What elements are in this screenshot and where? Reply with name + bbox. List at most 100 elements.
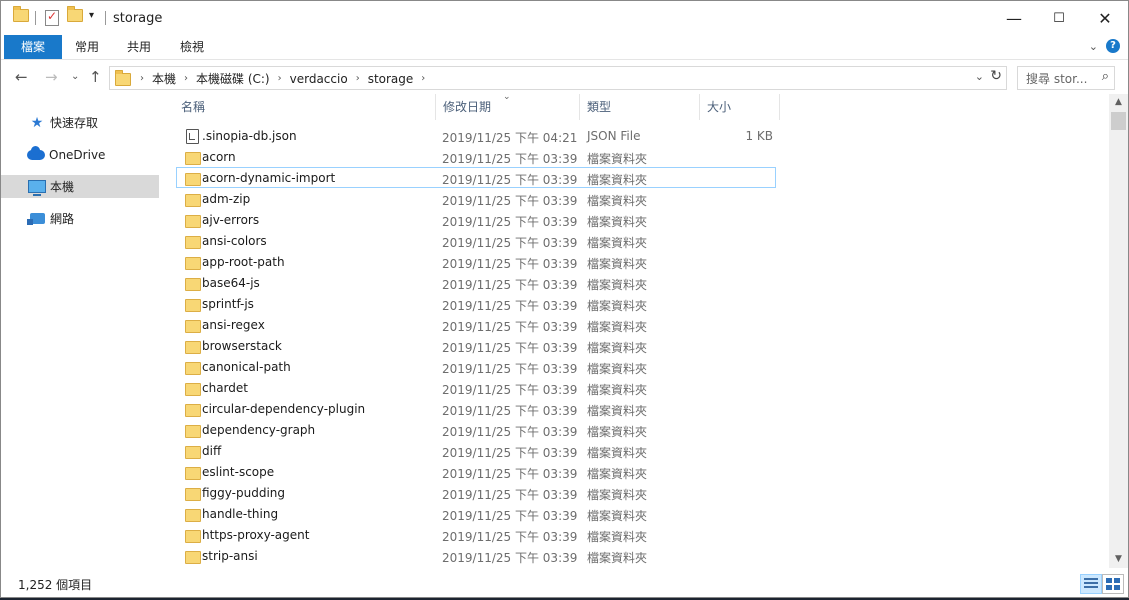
column-divider[interactable]	[435, 94, 436, 120]
scroll-down-arrow-icon[interactable]: ▼	[1109, 551, 1128, 568]
properties-icon[interactable]	[45, 9, 59, 26]
chevron-right-icon[interactable]: ›	[136, 73, 148, 84]
table-row[interactable]: ajv-errors 2019/11/25 下午 03:39 檔案資料夾	[177, 210, 775, 231]
search-box[interactable]: 搜尋 stor... ⌕	[1017, 66, 1115, 90]
search-input[interactable]: 搜尋 stor...	[1026, 70, 1087, 87]
table-row[interactable]: app-root-path 2019/11/25 下午 03:39 檔案資料夾	[177, 252, 775, 273]
file-type: 檔案資料夾	[587, 257, 648, 271]
table-row[interactable]: browserstack 2019/11/25 下午 03:39 檔案資料夾	[177, 336, 775, 357]
column-header-type[interactable]: 類型	[587, 94, 611, 120]
table-row[interactable]: diff 2019/11/25 下午 03:39 檔案資料夾	[177, 441, 775, 462]
breadcrumb-storage[interactable]: storage	[364, 72, 418, 86]
sidebar-item-onedrive[interactable]: OneDrive	[1, 143, 159, 166]
file-date: 2019/11/25 下午 03:39	[442, 215, 578, 229]
file-list: 名稱 修改日期 ⌄ 類型 大小 .sinopia-db.json 2019/11/…	[163, 94, 1109, 568]
file-name: ansi-colors	[202, 234, 267, 248]
table-row[interactable]: ansi-regex 2019/11/25 下午 03:39 檔案資料夾	[177, 315, 775, 336]
navigation-bar: ← → ⌄ ↑ › 本機 › 本機磁碟 (C:) › verdaccio › s…	[1, 60, 1128, 94]
help-icon[interactable]: ?	[1106, 39, 1120, 53]
table-row[interactable]: base64-js 2019/11/25 下午 03:39 檔案資料夾	[177, 273, 775, 294]
close-button[interactable]: ✕	[1082, 1, 1128, 35]
scroll-up-arrow-icon[interactable]: ▲	[1109, 94, 1128, 111]
chevron-right-icon[interactable]: ›	[417, 73, 429, 84]
file-type: 檔案資料夾	[587, 383, 648, 397]
tab-file[interactable]: 檔案	[4, 35, 62, 59]
file-date: 2019/11/25 下午 03:39	[442, 236, 578, 250]
expand-ribbon-chevron-icon[interactable]: ⌄	[1089, 40, 1098, 53]
file-name: ajv-errors	[202, 213, 260, 227]
refresh-icon[interactable]: ↻	[990, 68, 1002, 84]
table-row[interactable]: chardet 2019/11/25 下午 03:39 檔案資料夾	[177, 378, 775, 399]
file-name: acorn-dynamic-import	[202, 171, 336, 185]
breadcrumb-this-pc[interactable]: 本機	[148, 70, 180, 87]
breadcrumb-local-disk[interactable]: 本機磁碟 (C:)	[192, 70, 274, 87]
recent-locations-dropdown-icon[interactable]: ⌄	[71, 71, 79, 82]
tab-share[interactable]: 共用	[113, 35, 165, 59]
breadcrumb-verdaccio[interactable]: verdaccio	[286, 72, 352, 86]
json-file-icon	[186, 129, 199, 144]
up-arrow-icon[interactable]: ↑	[89, 68, 102, 86]
table-row[interactable]: acorn-dynamic-import 2019/11/25 下午 03:39 檔…	[176, 167, 776, 188]
column-divider[interactable]	[699, 94, 700, 120]
file-date: 2019/11/25 下午 03:39	[442, 341, 578, 355]
sidebar-item-label: 本機	[50, 180, 75, 194]
table-row[interactable]: https-proxy-agent 2019/11/25 下午 03:39 檔案資料…	[177, 525, 775, 546]
address-history-dropdown-icon[interactable]: ⌄	[975, 70, 984, 83]
chevron-right-icon[interactable]: ›	[352, 73, 364, 84]
sidebar-item-network[interactable]: 網路	[1, 207, 159, 230]
table-row[interactable]: .sinopia-db.json 2019/11/25 下午 04:21 JSON …	[177, 126, 775, 147]
title-separator	[105, 11, 106, 25]
column-divider[interactable]	[779, 94, 780, 120]
new-folder-icon[interactable]	[67, 6, 83, 22]
table-row[interactable]: figgy-pudding 2019/11/25 下午 03:39 檔案資料夾	[177, 483, 775, 504]
tab-view[interactable]: 檢視	[166, 35, 218, 59]
table-row[interactable]: canonical-path 2019/11/25 下午 03:39 檔案資料夾	[177, 357, 775, 378]
file-type: 檔案資料夾	[587, 362, 648, 376]
quick-access-toolbar-dropdown-icon[interactable]: ▾	[89, 10, 94, 21]
scrollbar-thumb[interactable]	[1111, 112, 1126, 130]
file-date: 2019/11/25 下午 03:39	[442, 152, 578, 166]
file-type: 檔案資料夾	[587, 152, 648, 166]
file-type: 檔案資料夾	[587, 425, 648, 439]
file-type: 檔案資料夾	[587, 341, 648, 355]
table-row[interactable]: sprintf-js 2019/11/25 下午 03:39 檔案資料夾	[177, 294, 775, 315]
file-type: 檔案資料夾	[587, 278, 648, 292]
chevron-right-icon[interactable]: ›	[274, 73, 286, 84]
chevron-right-icon[interactable]: ›	[180, 73, 192, 84]
table-row[interactable]: handle-thing 2019/11/25 下午 03:39 檔案資料夾	[177, 504, 775, 525]
details-view-button[interactable]	[1080, 574, 1102, 594]
tab-home[interactable]: 常用	[61, 35, 113, 59]
file-type: 檔案資料夾	[587, 299, 648, 313]
table-row[interactable]: acorn 2019/11/25 下午 03:39 檔案資料夾	[177, 147, 775, 168]
table-row[interactable]: dependency-graph 2019/11/25 下午 03:39 檔案資料夾	[177, 420, 775, 441]
file-date: 2019/11/25 下午 03:39	[442, 320, 578, 334]
table-row[interactable]: strip-ansi 2019/11/25 下午 03:39 檔案資料夾	[177, 546, 775, 567]
table-row[interactable]: eslint-scope 2019/11/25 下午 03:39 檔案資料夾	[177, 462, 775, 483]
table-row[interactable]: adm-zip 2019/11/25 下午 03:39 檔案資料夾	[177, 189, 775, 210]
vertical-scrollbar[interactable]: ▲ ▼	[1109, 94, 1128, 568]
column-header-size[interactable]: 大小	[707, 94, 731, 120]
forward-arrow-icon[interactable]: →	[45, 68, 58, 86]
sort-descending-icon: ⌄	[503, 94, 511, 102]
file-name: base64-js	[202, 276, 260, 290]
column-header-name[interactable]: 名稱	[181, 94, 205, 120]
large-icons-view-button[interactable]	[1102, 574, 1124, 594]
table-row[interactable]: circular-dependency-plugin 2019/11/25 下午 …	[177, 399, 775, 420]
sidebar-item-quick-access[interactable]: ★ 快速存取	[1, 111, 159, 134]
file-type: 檔案資料夾	[587, 236, 648, 250]
maximize-button[interactable]: ☐	[1036, 1, 1082, 35]
address-bar[interactable]: › 本機 › 本機磁碟 (C:) › verdaccio › storage ›…	[109, 66, 1007, 90]
status-bar: 1,252 個項目	[1, 568, 1128, 597]
minimize-button[interactable]: —	[991, 1, 1037, 35]
column-header-date[interactable]: 修改日期	[443, 94, 491, 120]
table-row[interactable]: ansi-colors 2019/11/25 下午 03:39 檔案資料夾	[177, 231, 775, 252]
file-date: 2019/11/25 下午 03:39	[442, 257, 578, 271]
folder-icon	[185, 257, 201, 270]
sidebar-item-this-pc[interactable]: 本機	[1, 175, 159, 198]
folder-icon	[185, 278, 201, 291]
column-divider[interactable]	[579, 94, 580, 120]
file-name: https-proxy-agent	[202, 528, 310, 542]
back-arrow-icon[interactable]: ←	[15, 68, 28, 86]
file-name: adm-zip	[202, 192, 251, 206]
file-type: 檔案資料夾	[587, 530, 648, 544]
